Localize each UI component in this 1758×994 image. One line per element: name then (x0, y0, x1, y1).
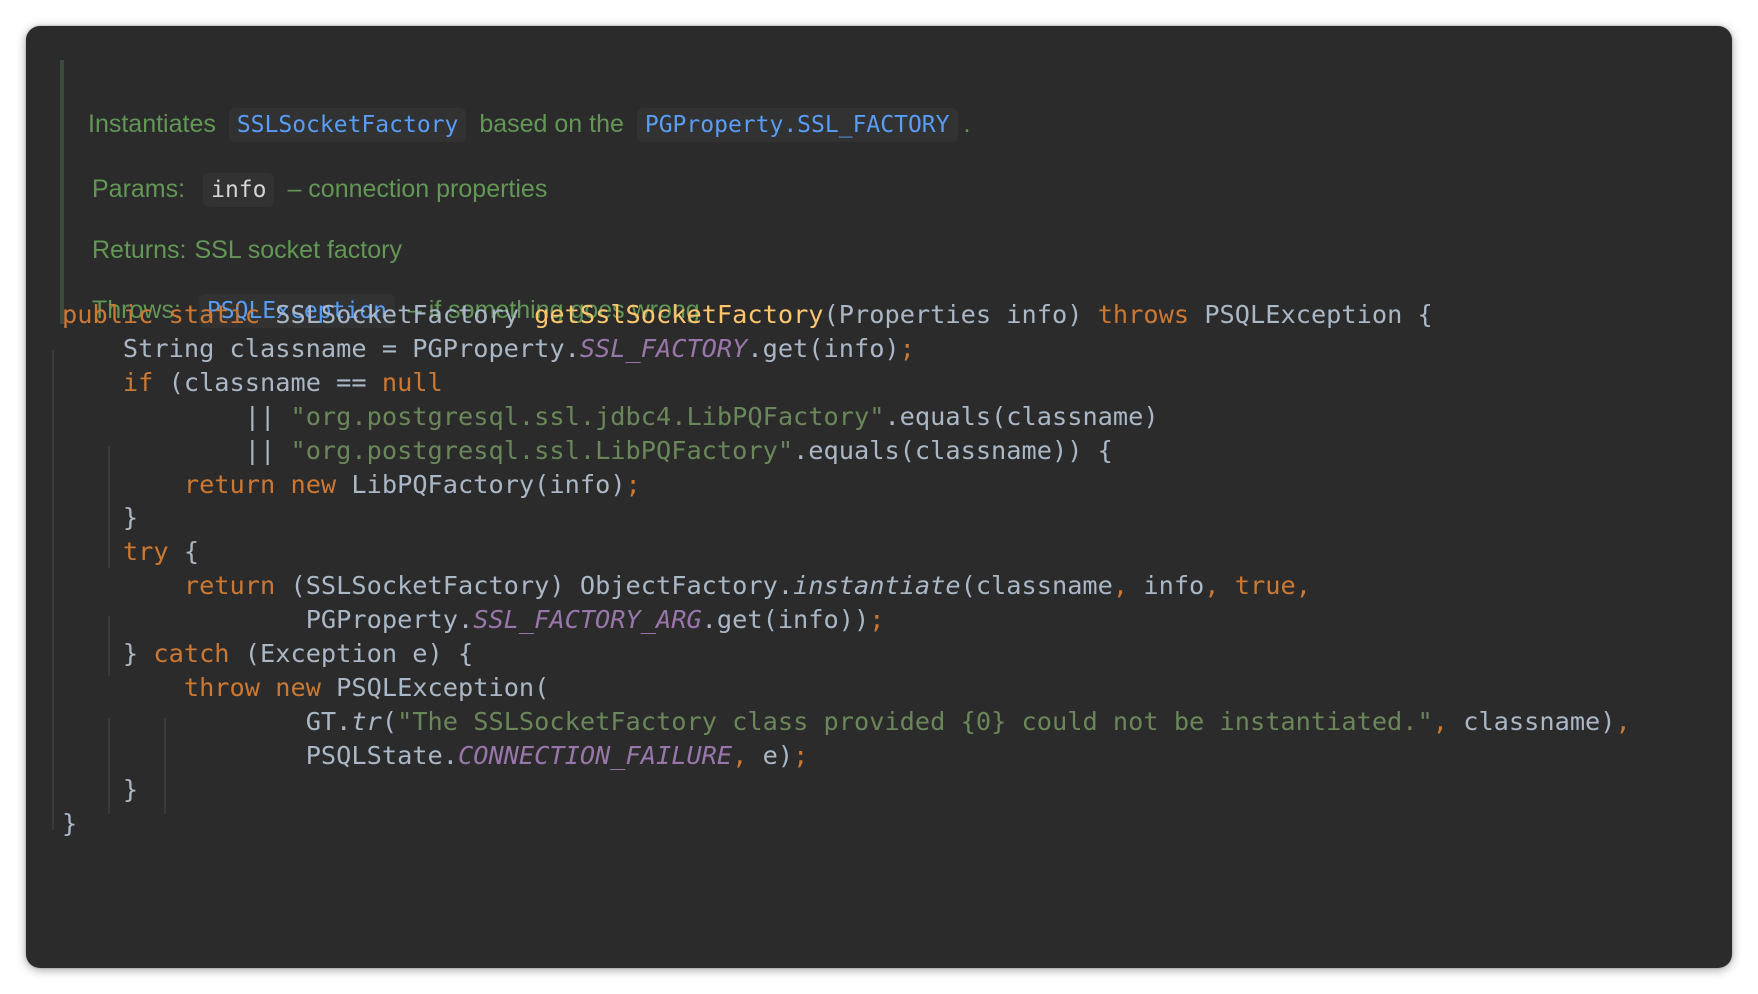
constant: CONNECTION_FAILURE (458, 741, 733, 770)
code-text: } (122, 639, 154, 668)
code-line-7: } (62, 499, 138, 537)
code-text: PSQLException { (1204, 300, 1433, 329)
code-text: GT. (305, 707, 352, 736)
code-line-5: || "org.postgresql.ssl.LibPQFactory".equ… (62, 432, 1113, 470)
string-literal: "org.postgresql.ssl.jdbc4.LibPQFactory" (290, 402, 885, 431)
code-text: { (168, 537, 200, 566)
code-text: PGProperty. (305, 605, 474, 634)
punctuation: , (1204, 571, 1220, 600)
code-text: (Properties info) (823, 300, 1083, 329)
code-line-12: throw new PSQLException( (62, 669, 550, 707)
code-line-6: return new LibPQFactory(info); (62, 466, 641, 504)
code-line-13: GT.tr("The SSLSocketFactory class provid… (62, 703, 1631, 741)
code-viewer: Instantiates SSLSocketFactory based on t… (26, 26, 1732, 968)
code-text: PSQLException( (336, 673, 550, 702)
code-line-10: PGProperty.SSL_FACTORY_ARG.get(info)); (62, 601, 885, 639)
code-text: String classname = PGProperty. (122, 334, 580, 363)
code-block: public static SSLSocketFactory getSslSoc… (26, 26, 1732, 968)
code-line-1: public static SSLSocketFactory getSslSoc… (62, 296, 1433, 334)
string-literal: "The SSLSocketFactory class provided {0}… (397, 707, 1433, 736)
punctuation: ; (793, 741, 809, 770)
keyword: new (275, 673, 321, 702)
code-line-3: if (classname == null (62, 364, 443, 402)
code-line-16: } (62, 805, 77, 843)
code-line-8: try { (62, 533, 199, 571)
code-text: .get(info) (747, 334, 900, 363)
keyword: true (1234, 571, 1296, 600)
keyword: static (168, 300, 261, 329)
punctuation: , (732, 741, 748, 770)
punctuation: , (1295, 571, 1311, 600)
keyword: new (290, 470, 337, 499)
code-text: (classname (960, 571, 1113, 600)
method-name: getSslSocketFactory (534, 300, 824, 329)
code-text: (SSLSocketFactory) ObjectFactory. (275, 571, 794, 600)
constant: SSL_FACTORY_ARG (473, 605, 702, 634)
keyword: return (183, 571, 276, 600)
code-text: LibPQFactory(info) (351, 470, 626, 499)
punctuation: , (1432, 707, 1448, 736)
punctuation: ; (625, 470, 641, 499)
punctuation: ; (899, 334, 915, 363)
code-text: classname) (1447, 707, 1616, 736)
string-literal: "org.postgresql.ssl.LibPQFactory" (290, 436, 794, 465)
keyword: throws (1097, 300, 1190, 329)
code-line-11: } catch (Exception e) { (62, 635, 473, 673)
punctuation: , (1112, 571, 1129, 600)
keyword: throw (183, 673, 260, 702)
keyword: null (381, 368, 443, 397)
code-text: || (244, 402, 291, 431)
code-line-15: } (62, 771, 138, 809)
punctuation: , (1615, 707, 1631, 736)
keyword: try (122, 537, 169, 566)
keyword: public (62, 300, 154, 329)
code-text: (Exception e) { (229, 639, 474, 668)
code-text: } (122, 775, 139, 804)
code-line-9: return (SSLSocketFactory) ObjectFactory.… (62, 567, 1311, 605)
static-method: instantiate (793, 571, 961, 600)
code-line-14: PSQLState.CONNECTION_FAILURE, e); (62, 737, 809, 775)
code-text: .equals(classname) (884, 402, 1159, 431)
code-text: } (122, 503, 139, 532)
code-text: } (62, 809, 78, 838)
code-text: .get(info)) (701, 605, 870, 634)
code-text: .equals(classname)) { (793, 436, 1113, 465)
code-text: e) (747, 741, 794, 770)
keyword: catch (153, 639, 230, 668)
keyword: if (122, 368, 154, 397)
code-text: PSQLState. (305, 741, 458, 770)
keyword: return (183, 470, 276, 499)
code-text: ( (381, 707, 398, 736)
code-line-2: String classname = PGProperty.SSL_FACTOR… (62, 330, 915, 368)
type-name: SSLSocketFactory (275, 300, 519, 329)
code-line-4: || "org.postgresql.ssl.jdbc4.LibPQFactor… (62, 398, 1159, 436)
code-text: || (244, 436, 291, 465)
constant: SSL_FACTORY (579, 334, 748, 363)
static-method: tr (351, 707, 382, 736)
punctuation: ; (869, 605, 885, 634)
code-text: info (1128, 571, 1205, 600)
code-text: (classname == (153, 368, 382, 397)
